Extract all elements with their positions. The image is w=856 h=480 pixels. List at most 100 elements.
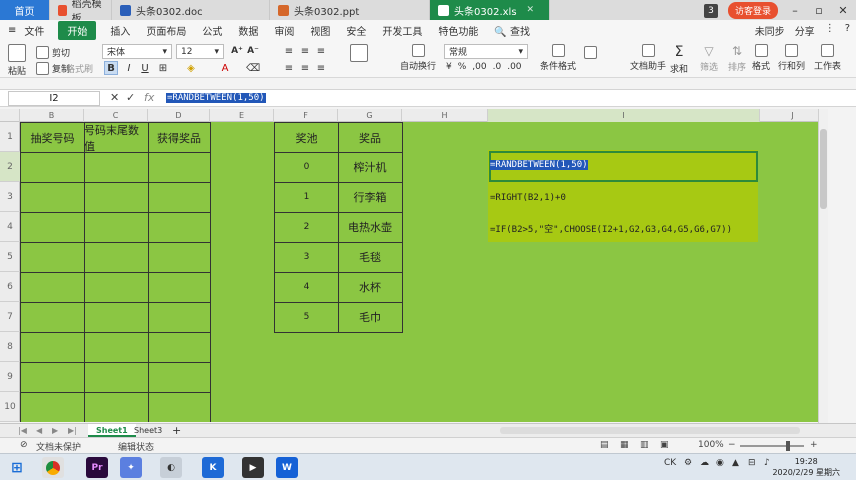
premiere-icon[interactable]: Pr	[86, 457, 108, 478]
lottery-table-cell[interactable]	[148, 362, 211, 393]
row-header[interactable]: 4	[0, 212, 20, 242]
column-header-c[interactable]: C	[84, 109, 148, 122]
border-icon[interactable]: ⊞	[156, 61, 170, 75]
column-header-j[interactable]: J	[760, 109, 826, 122]
tab-doc[interactable]: 头条0302.doc	[112, 0, 270, 20]
menu-search[interactable]: 🔍 查找	[486, 23, 538, 38]
decrease-decimal-icon[interactable]: .00	[507, 62, 521, 72]
prize-cell[interactable]: 毛毯	[338, 242, 403, 273]
help-icon[interactable]: ?	[845, 23, 850, 38]
lottery-table-cell[interactable]	[20, 332, 85, 363]
close-tab-icon[interactable]: ✕	[527, 5, 535, 15]
row-header[interactable]: 1	[0, 122, 20, 152]
fill-color-icon[interactable]: ◈	[184, 61, 198, 75]
row-header[interactable]: 8	[0, 332, 20, 362]
formula-input[interactable]: =RANDBETWEEN(1,50)	[166, 92, 266, 105]
system-clock[interactable]: 19:28 2020/2/29 星期六	[772, 456, 840, 478]
row-header[interactable]: 5	[0, 242, 20, 272]
underline-button[interactable]: U	[138, 61, 152, 75]
formula-line-randbetween[interactable]: =RANDBETWEEN(1,50)	[490, 160, 588, 170]
copy-button[interactable]: 复制	[36, 62, 70, 75]
lottery-table-cell[interactable]	[84, 182, 149, 213]
shrink-font-icon[interactable]: A⁻	[246, 44, 260, 58]
menu-icon[interactable]: ≡	[8, 25, 16, 36]
lottery-table-cell[interactable]	[20, 212, 85, 243]
menu-security[interactable]: 安全	[338, 23, 374, 38]
k-app-icon[interactable]: K	[202, 457, 224, 478]
zoom-level[interactable]: 100%	[698, 440, 724, 450]
tab-home[interactable]: 首页	[0, 0, 50, 20]
italic-button[interactable]: I	[122, 61, 136, 75]
pool-cell[interactable]: 3	[274, 242, 339, 273]
worksheet-button[interactable]: 工作表	[814, 44, 841, 72]
prize-cell[interactable]: 榨汁机	[338, 152, 403, 183]
column-header-d[interactable]: D	[148, 109, 210, 122]
tray-icon[interactable]: ☁	[700, 458, 709, 468]
lottery-table-cell[interactable]	[84, 332, 149, 363]
header-cell-tail-digit[interactable]: 号码末尾数值	[84, 122, 149, 153]
row-header[interactable]: 3	[0, 182, 20, 212]
lottery-table-cell[interactable]	[20, 392, 85, 422]
lottery-table-cell[interactable]	[84, 302, 149, 333]
tray-icon[interactable]: ▲	[732, 458, 739, 468]
table-style-button[interactable]	[584, 46, 597, 59]
wrap-text-button[interactable]: 自动换行	[400, 44, 436, 72]
minimize-icon[interactable]: –	[788, 4, 802, 17]
doc-helper-button[interactable]: 文档助手	[630, 44, 666, 72]
align-center-icon[interactable]: ≡	[298, 61, 312, 75]
lottery-table-cell[interactable]	[84, 272, 149, 303]
sum-button[interactable]: Σ 求和	[670, 44, 688, 75]
more-icon[interactable]: ⋮	[825, 23, 835, 38]
lottery-table-cell[interactable]	[20, 152, 85, 183]
lottery-table-cell[interactable]	[20, 362, 85, 393]
volume-icon[interactable]: ♪	[764, 458, 770, 468]
format-painter-button[interactable]: 格式刷	[66, 62, 93, 75]
sync-status[interactable]: 未同步	[755, 23, 785, 38]
app-icon[interactable]: ✦	[120, 457, 142, 478]
pool-cell[interactable]: 0	[274, 152, 339, 183]
lottery-table-cell[interactable]	[20, 182, 85, 213]
lottery-table-cell[interactable]	[84, 362, 149, 393]
confirm-icon[interactable]: ✓	[126, 91, 135, 104]
conditional-format-button[interactable]: 条件格式	[540, 44, 576, 72]
font-name-select[interactable]: 宋体 ▾	[102, 44, 172, 59]
header-cell-lottery-number[interactable]: 抽奖号码	[20, 122, 85, 153]
tab-templates[interactable]: 稻壳模板	[50, 0, 112, 25]
align-middle-icon[interactable]: ≡	[298, 44, 312, 58]
tab-xls[interactable]: 头条0302.xls ✕	[430, 0, 550, 20]
bold-button[interactable]: B	[104, 61, 118, 75]
chrome-icon[interactable]	[42, 457, 64, 478]
row-header[interactable]: 7	[0, 302, 20, 332]
align-left-icon[interactable]: ≡	[282, 61, 296, 75]
align-right-icon[interactable]: ≡	[314, 61, 328, 75]
horizontal-scrollbar[interactable]	[500, 427, 800, 434]
increase-decimal-icon[interactable]: .0	[493, 62, 502, 72]
merge-center-button[interactable]	[350, 44, 368, 62]
font-color-icon[interactable]: A	[218, 61, 232, 75]
windows-start-icon[interactable]: ⊞	[6, 457, 28, 478]
font-size-select[interactable]: 12 ▾	[176, 44, 224, 59]
tray-icon[interactable]: ◉	[716, 458, 724, 468]
column-header-i[interactable]: I	[488, 109, 760, 122]
lottery-table-cell[interactable]	[148, 152, 211, 183]
lottery-table-cell[interactable]	[148, 302, 211, 333]
vertical-scrollbar[interactable]	[818, 109, 828, 423]
row-header[interactable]: 10	[0, 392, 20, 422]
row-header[interactable]: 2	[0, 152, 20, 182]
protect-status[interactable]: 文档未保护	[36, 440, 81, 453]
lottery-table-cell[interactable]	[148, 212, 211, 243]
menu-data[interactable]: 数据	[230, 23, 266, 38]
lottery-table-cell[interactable]	[148, 182, 211, 213]
pool-cell[interactable]: 5	[274, 302, 339, 333]
cut-button[interactable]: 剪切	[36, 46, 70, 59]
lottery-table-cell[interactable]	[84, 392, 149, 422]
prize-cell[interactable]: 电热水壶	[338, 212, 403, 243]
tray-icon[interactable]: ⚙	[684, 458, 692, 468]
cancel-icon[interactable]: ✕	[110, 91, 119, 104]
lottery-table-cell[interactable]	[20, 272, 85, 303]
align-top-icon[interactable]: ≡	[282, 44, 296, 58]
view-layout-icon[interactable]: ▦	[620, 440, 629, 450]
eraser-icon[interactable]: ⌫	[246, 61, 260, 75]
row-header[interactable]: 6	[0, 272, 20, 302]
network-icon[interactable]: ⊟	[748, 458, 756, 468]
